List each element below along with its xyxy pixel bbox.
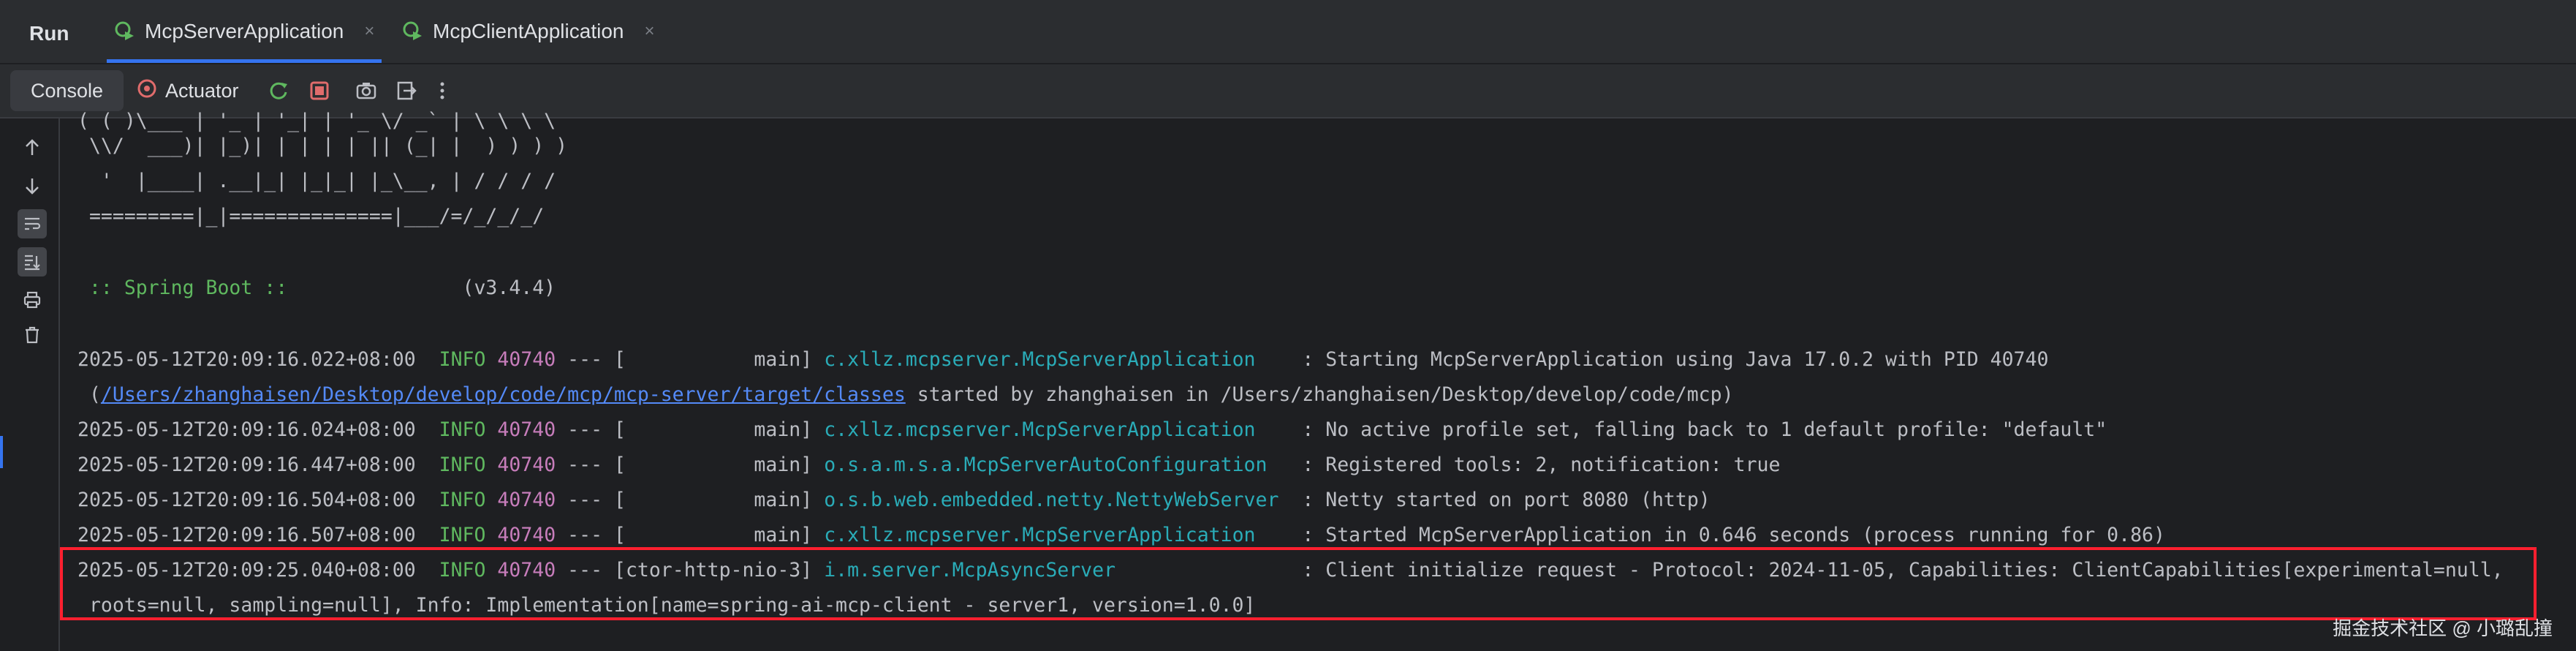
log-line: 2025-05-12T20:09:16.447+08:00 INFO 40740… bbox=[77, 454, 1781, 476]
log-continuation: (/Users/zhanghaisen/Desktop/develop/code… bbox=[77, 383, 1734, 406]
watermark: 掘金技术社区 @ 小璐乱撞 bbox=[2333, 617, 2553, 639]
banner-line: =========|_|==============|___/=/_/_/_/ bbox=[77, 205, 545, 227]
classpath-link[interactable]: /Users/zhanghaisen/Desktop/develop/code/… bbox=[101, 383, 906, 406]
log-line: 2025-05-12T20:09:16.507+08:00 INFO 40740… bbox=[77, 524, 2165, 546]
actuator-label: Actuator bbox=[165, 79, 239, 102]
console-side-toolbar bbox=[0, 118, 60, 651]
tab-console[interactable]: Console bbox=[10, 70, 124, 111]
log-line: 2025-05-12T20:09:16.504+08:00 INFO 40740… bbox=[77, 489, 1711, 511]
tab-actuator[interactable]: Actuator bbox=[136, 75, 239, 107]
run-tool-window-header: Run McpServerApplication × McpClientAppl… bbox=[0, 0, 2576, 64]
spring-boot-label: :: Spring Boot :: bbox=[77, 276, 300, 299]
log-line: 2025-05-12T20:09:16.022+08:00 INFO 40740… bbox=[77, 348, 2049, 371]
spring-run-icon bbox=[402, 20, 424, 42]
banner-line: \\/ ___)| |_)| | | | | || (_| | ) ) ) ) bbox=[77, 135, 568, 157]
tab-mcp-server-application[interactable]: McpServerApplication × bbox=[107, 0, 382, 63]
active-indicator bbox=[0, 436, 3, 468]
soft-wrap-icon[interactable] bbox=[18, 209, 47, 238]
spring-run-icon bbox=[114, 20, 136, 42]
rerun-icon[interactable] bbox=[268, 75, 289, 107]
arrow-up-icon[interactable] bbox=[18, 133, 47, 162]
camera-icon[interactable] bbox=[355, 75, 377, 107]
close-icon[interactable]: × bbox=[644, 21, 654, 42]
tab-label: McpServerApplication bbox=[145, 20, 344, 42]
spring-boot-version: (v3.4.4) bbox=[299, 276, 556, 299]
run-title: Run bbox=[29, 22, 69, 45]
scroll-to-end-icon[interactable] bbox=[18, 247, 47, 276]
close-icon[interactable]: × bbox=[364, 21, 374, 42]
trash-icon[interactable] bbox=[18, 320, 47, 350]
tab-mcp-client-application[interactable]: McpClientApplication × bbox=[395, 0, 662, 63]
more-icon[interactable] bbox=[437, 75, 447, 107]
highlight-box bbox=[60, 547, 2537, 620]
print-icon[interactable] bbox=[18, 285, 47, 315]
banner-line: ' |____| .__|_| |_|_| |_\__, | / / / / bbox=[77, 170, 556, 192]
tab-label: McpClientApplication bbox=[433, 20, 624, 42]
stop-icon[interactable] bbox=[308, 75, 330, 107]
exit-icon[interactable] bbox=[395, 75, 417, 107]
arrow-down-icon[interactable] bbox=[18, 171, 47, 200]
spring-boot-line: :: Spring Boot :: (v3.4.4) bbox=[77, 274, 556, 303]
actuator-icon bbox=[136, 78, 158, 105]
log-line: 2025-05-12T20:09:16.024+08:00 INFO 40740… bbox=[77, 418, 2107, 441]
